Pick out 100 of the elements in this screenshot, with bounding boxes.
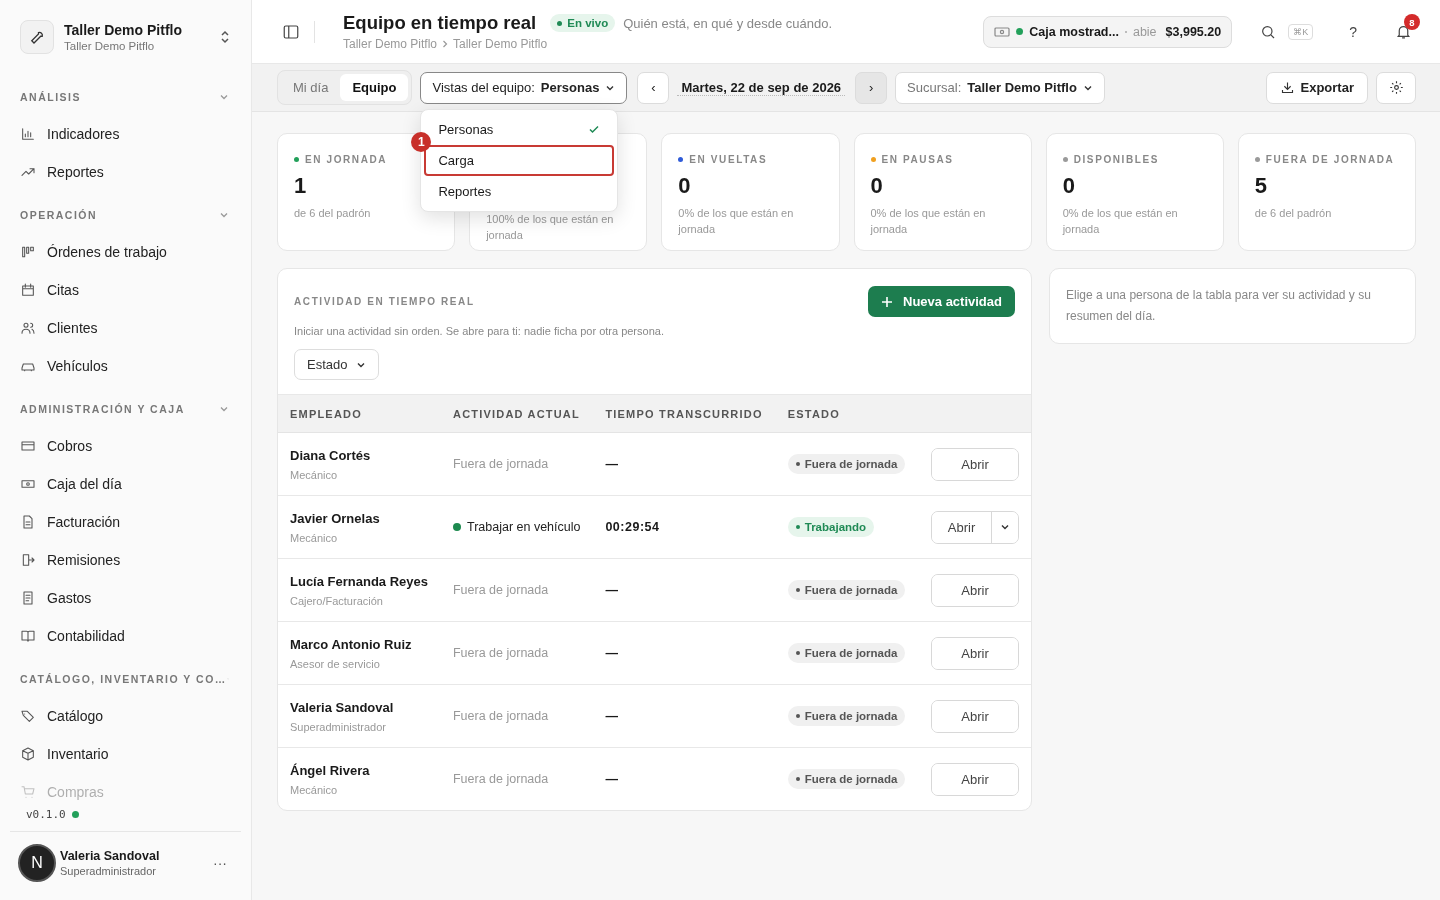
users-icon (20, 320, 36, 336)
chevron-icon[interactable] (219, 404, 229, 414)
stat-note: 0% de los que están en jornada (870, 206, 987, 237)
status-filter[interactable]: Estado (294, 349, 380, 380)
view-dropdown[interactable]: Vistas del equipo: Personas (420, 71, 628, 104)
employee-name: Diana Cortés (290, 447, 372, 463)
column-header: ESTADO (775, 394, 919, 433)
activity-text: Fuera de jornada (453, 646, 549, 660)
menu-item[interactable]: Reportes (424, 175, 615, 207)
settings-button[interactable] (1376, 71, 1416, 104)
chevron-icon[interactable] (219, 210, 229, 220)
sidebar-item[interactable]: Caja del día (20, 465, 231, 503)
elapsed-time: — (605, 457, 619, 471)
status-pill: Fuera de jornada (787, 769, 906, 789)
stat-label: EN PAUSAS (881, 154, 954, 165)
activity-text: Fuera de jornada (453, 709, 549, 723)
sidebar-item[interactable]: Gastos (20, 579, 231, 617)
sidebar-item[interactable]: Inventario (20, 735, 231, 773)
branch-dropdown[interactable]: Sucursal: Taller Demo Pitflo (895, 71, 1105, 104)
open-button[interactable]: Abrir (932, 637, 1018, 669)
sidebar-item[interactable]: Catálogo (20, 697, 231, 735)
menu-item[interactable]: Carga (424, 144, 615, 176)
sidebar-item[interactable]: Citas (20, 271, 231, 309)
sidebar-item[interactable]: Indicadores (20, 115, 231, 153)
employee-role: Superadministrador (290, 720, 387, 733)
stat-note: 0% de los que están en jornada (678, 206, 795, 237)
new-activity-button[interactable]: Nueva actividad (868, 286, 1015, 317)
employee-name: Marco Antonio Ruiz (290, 636, 413, 652)
export-icon (20, 552, 36, 568)
stat-note: 0% de los que están en jornada (1062, 206, 1179, 237)
card-icon (20, 438, 36, 454)
chevron-icon (441, 40, 450, 48)
date-label[interactable]: Martes, 22 de sep de 2026 (677, 79, 846, 96)
column-header: EMPLEADO (278, 394, 441, 433)
employee-role: Asesor de servicio (290, 657, 381, 670)
sidebar-item[interactable]: Reportes (20, 153, 231, 191)
user-role: Superadministrador (60, 865, 157, 877)
version-label: v0.1.0 (26, 808, 66, 821)
column-header: ACTIVIDAD ACTUAL (441, 394, 594, 433)
elapsed-time: — (605, 583, 619, 597)
chevron-icon[interactable] (219, 92, 229, 102)
detail-hint: Elige a una persona de la tabla para ver su actividad y su resumen del día. (1066, 287, 1372, 325)
open-button[interactable]: Abrir (932, 448, 1018, 480)
sidebar-item[interactable]: Contabilidad (20, 617, 231, 655)
column-header: TIEMPO TRANSCURRIDO (593, 394, 776, 433)
cash-icon (994, 25, 1011, 38)
sidebar-item[interactable]: Cobros (20, 427, 231, 465)
sidebar-item[interactable]: Vehículos (20, 347, 231, 385)
tab[interactable]: Equipo (340, 74, 409, 101)
stat-label: DISPONIBLES (1073, 154, 1160, 165)
elapsed-time: — (605, 772, 619, 786)
stat-label: EN VUELTAS (689, 154, 768, 165)
sidebar-item[interactable]: Facturación (20, 503, 231, 541)
sidebar-toggle-icon[interactable] (282, 22, 300, 41)
more-button[interactable]: ··· (207, 854, 233, 872)
activity-text: Fuera de jornada (453, 772, 549, 786)
sidebar-item[interactable]: Clientes (20, 309, 231, 347)
previous-button[interactable]: ‹ (637, 71, 670, 104)
open-button[interactable]: Abrir (932, 763, 1018, 795)
tag-icon (20, 708, 36, 724)
stat-note: de 6 del padrón (294, 206, 372, 221)
employee-role: Mecánico (290, 531, 339, 544)
employee-role: Mecánico (290, 783, 339, 796)
chart-icon (20, 126, 36, 142)
search-icon[interactable] (1260, 23, 1277, 40)
employee-name: Ángel Rivera (290, 762, 371, 778)
stat-value: 0 (870, 173, 884, 199)
notification-badge: 8 (1404, 14, 1420, 30)
cash-register-button[interactable]: Caja mostrad... abie $3,995.20 (983, 15, 1233, 48)
open-button[interactable]: Abrir (932, 574, 1018, 606)
workspace-name[interactable]: Taller Demo Pitflo (64, 22, 209, 38)
sidebar-item[interactable]: Órdenes de trabajo (20, 233, 231, 271)
employee-name: Valeria Sandoval (290, 699, 395, 715)
stat-value: 1 (294, 173, 308, 199)
stat-value: 0 (1062, 173, 1076, 199)
stat-value: 0 (678, 173, 692, 199)
panel-description: Iniciar una actividad sin orden. Se abre para ti: nadie ficha por otra persona. (294, 325, 665, 337)
section-title: ANÁLISIS (20, 91, 81, 103)
export-button[interactable]: Exportar (1265, 71, 1368, 104)
chevron-updown-icon[interactable] (219, 30, 231, 44)
calendar-icon (20, 282, 36, 298)
activity-text: Fuera de jornada (453, 457, 549, 471)
wrench-icon (20, 20, 54, 54)
status-dot (71, 811, 79, 818)
stat-note: de 6 del padrón (1254, 206, 1333, 221)
elapsed-time: — (605, 646, 619, 660)
activity-text: Trabajar en vehículo (453, 520, 581, 534)
status-pill: Fuera de jornada (787, 643, 906, 663)
workspace-subtitle: Taller Demo Pitflo (64, 40, 156, 52)
next-button[interactable]: › (855, 71, 888, 104)
check-icon (588, 123, 601, 135)
open-button[interactable]: Abrir (932, 700, 1018, 732)
status-pill: Trabajando (787, 517, 875, 537)
employee-name: Lucía Fernanda Reyes (290, 573, 429, 589)
employee-role: Mecánico (290, 468, 339, 481)
help-button[interactable]: ? (1343, 22, 1363, 41)
columns-icon (20, 244, 36, 260)
book-icon (20, 628, 36, 644)
sidebar-item[interactable]: Remisiones (20, 541, 231, 579)
tab[interactable]: Mi día (281, 74, 341, 101)
